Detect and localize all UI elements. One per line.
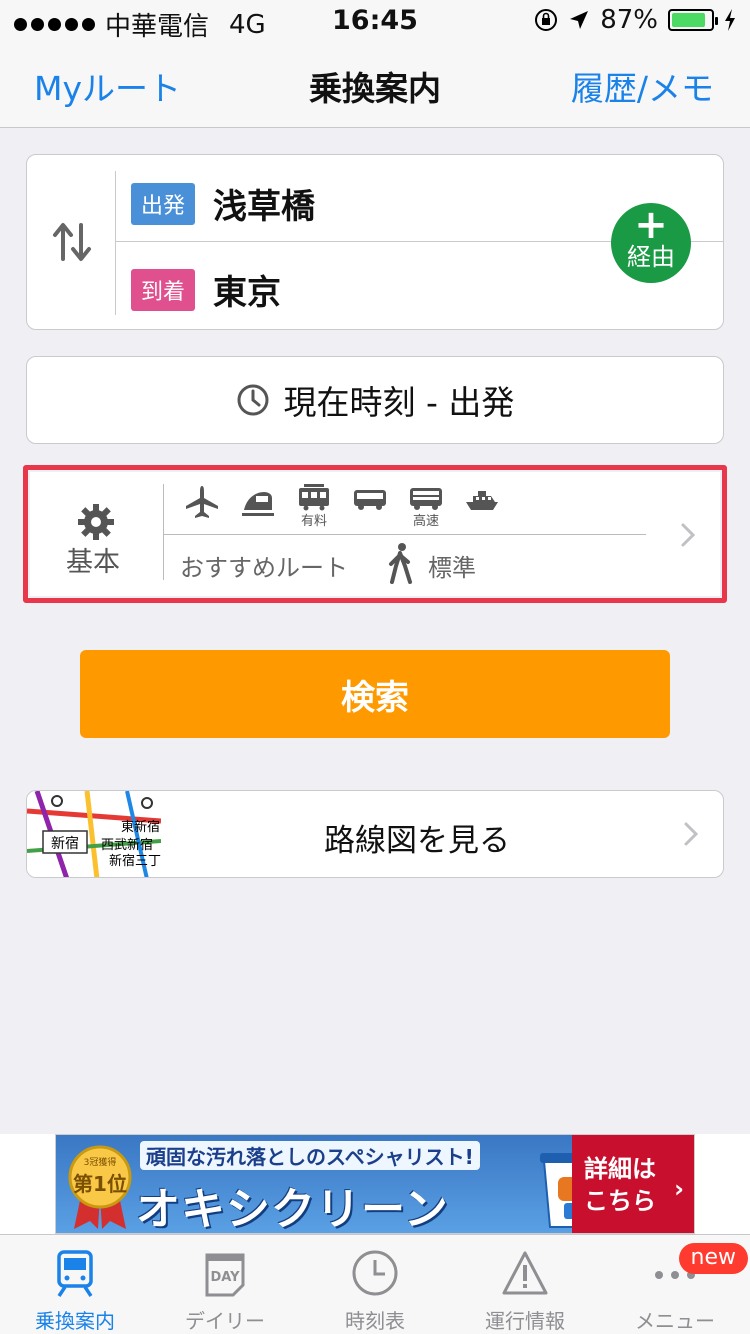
search-button[interactable]: 検索 [80,650,670,738]
chevron-right-icon: › [674,1175,684,1203]
tab-timetable[interactable]: 時刻表 [300,1235,450,1334]
status-bar: 中華電信 4G 16:45 87% [0,0,750,42]
medal-top-text: 3冠獲得 [84,1156,117,1168]
map-station-label: 東新宿 [121,819,160,835]
bus-icon [354,490,386,510]
clock-icon [352,1250,398,1296]
ad-detail-button[interactable]: 詳細は こちら › [572,1135,694,1233]
route-map-button[interactable]: 新宿 西武新宿 東新宿 新宿三丁 路線図を見る [26,790,724,878]
time-setting-button[interactable]: 現在時刻 - 出発 [26,356,724,444]
swap-icon[interactable] [49,219,95,265]
route-map-label: 路線図を見る [324,823,510,859]
tab-transfer[interactable]: 乗換案内 [0,1235,150,1334]
walking-icon [389,543,412,584]
train-icon [57,1250,93,1297]
clock-icon [237,384,269,416]
departure-row[interactable]: 出発 浅草橋 [131,179,315,228]
chevron-right-icon [681,523,696,547]
ad-product-name: オキシクリーン [136,1184,449,1234]
ferry-icon [466,491,498,510]
mode-label: 有料 [300,514,327,529]
divider [163,484,164,580]
arrival-tag: 到着 [131,268,195,311]
tab-label: 乗換案内 [35,1309,115,1333]
arrival-row[interactable]: 到着 東京 [131,265,281,314]
history-memo-button[interactable]: 履歴/メモ [571,62,714,110]
battery-icon [668,9,718,31]
transport-modes: 有料 高速 [184,484,500,529]
route-preference: おすすめルート [180,554,348,582]
charging-icon [725,9,735,31]
divider [115,171,116,315]
battery-percent: 87% [600,5,658,35]
walk-speed: 標準 [428,554,476,582]
map-station-label: 新宿三丁 [109,853,161,869]
tab-bar: 乗換案内 DAY デイリー 時刻表 運行情報 メニュー new [0,1234,750,1334]
ad-banner[interactable]: 3冠獲得 第1位 頑固な汚れ落としのスペシャリスト! オキシクリーン 詳細は こ… [55,1134,695,1234]
navigation-bar: Myルート 乗換案内 履歴/メモ [0,40,750,128]
chevron-right-icon [684,822,699,846]
tab-daily[interactable]: DAY デイリー [150,1235,300,1334]
shinkansen-icon [242,492,274,516]
add-via-button[interactable]: + 経由 [611,203,691,283]
basic-settings-button[interactable]: 基本 有料 高速 おすすめルート 標準 [30,472,720,596]
award-medal-icon: 3冠獲得 第1位 [68,1145,132,1229]
orientation-lock-icon [535,9,558,31]
gear-icon [78,504,114,540]
warning-icon [502,1251,548,1295]
ad-area: 3冠獲得 第1位 頑固な汚れ落としのスペシャリスト! オキシクリーン 詳細は こ… [0,1134,750,1234]
arrival-station[interactable]: 東京 [213,265,281,314]
tab-service-info[interactable]: 運行情報 [450,1235,600,1334]
highway-bus-icon [410,488,442,510]
airplane-icon [186,486,218,518]
departure-tag: 出発 [131,182,195,225]
departure-station[interactable]: 浅草橋 [213,179,315,228]
tab-label: 時刻表 [345,1309,405,1333]
location-icon [570,11,589,29]
route-map-thumbnail: 新宿 西武新宿 東新宿 新宿三丁 [27,791,161,877]
divider [164,534,646,535]
mode-label: 高速 [412,514,439,529]
route-input-card: 出発 浅草橋 到着 東京 + 経由 [26,154,724,330]
map-station-label: 新宿 [51,835,79,852]
tab-label: デイリー [185,1309,265,1333]
via-label: 経由 [627,243,675,271]
tab-menu[interactable]: メニュー new [600,1235,750,1334]
basic-label: 基本 [66,547,120,578]
plus-icon: + [634,202,668,248]
new-badge: new [678,1243,748,1274]
calendar-day-icon: DAY [205,1253,245,1297]
medal-rank-text: 第1位 [73,1172,127,1196]
time-setting-label: 現在時刻 - 出発 [283,383,515,422]
ad-tagline: 頑固な汚れ落としのスペシャリスト! [140,1141,480,1170]
tab-label: メニュー [635,1309,715,1333]
tab-label: 運行情報 [485,1309,565,1333]
day-icon-text: DAY [210,1270,240,1285]
paid-train-icon [299,484,329,511]
map-station-label: 西武新宿 [101,837,153,853]
